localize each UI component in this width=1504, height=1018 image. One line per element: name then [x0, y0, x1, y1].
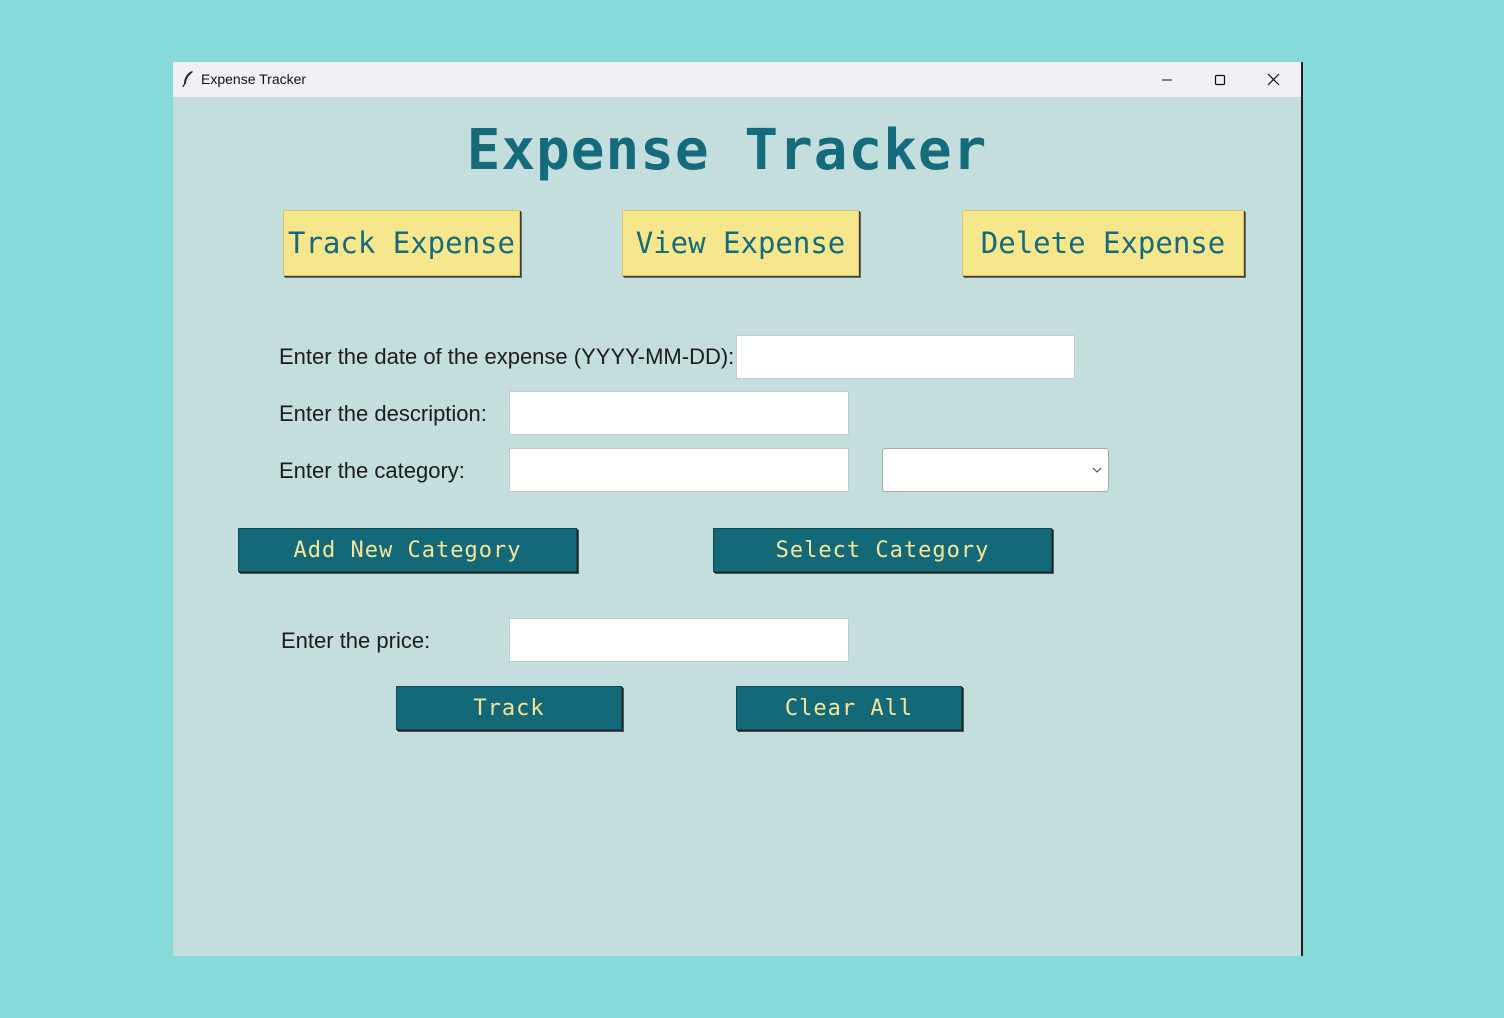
chevron-down-icon	[1092, 467, 1102, 473]
window-title: Expense Tracker	[201, 71, 307, 87]
close-icon	[1267, 73, 1279, 86]
delete-expense-button[interactable]: Delete Expense	[962, 210, 1244, 276]
maximize-button[interactable]	[1194, 62, 1246, 97]
add-new-category-button[interactable]: Add New Category	[238, 528, 577, 572]
price-label: Enter the price:	[281, 628, 431, 653]
date-input[interactable]	[736, 335, 1075, 379]
date-label: Enter the date of the expense (YYYY-MM-D…	[279, 344, 735, 369]
price-input[interactable]	[509, 618, 849, 662]
minimize-icon	[1162, 79, 1172, 80]
clear-all-button[interactable]: Clear All	[736, 686, 962, 730]
title-bar[interactable]: Expense Tracker	[173, 62, 1301, 97]
page-title-text: Expense Tracker	[466, 118, 988, 183]
app-window: Expense Tracker Expense Tracker Track Ex…	[173, 62, 1303, 956]
feather-icon	[182, 71, 193, 88]
track-expense-button[interactable]: Track Expense	[283, 210, 520, 276]
maximize-icon	[1214, 74, 1226, 85]
minimize-button[interactable]	[1141, 62, 1193, 97]
category-input[interactable]	[509, 448, 849, 492]
view-expense-button[interactable]: View Expense	[622, 210, 859, 276]
category-select[interactable]	[882, 448, 1109, 492]
close-button[interactable]	[1247, 62, 1299, 97]
select-category-button[interactable]: Select Category	[713, 528, 1052, 572]
description-input[interactable]	[509, 391, 849, 435]
description-label: Enter the description:	[279, 401, 487, 426]
page-title: Expense Tracker	[173, 118, 1301, 183]
track-button[interactable]: Track	[396, 686, 622, 730]
category-label: Enter the category:	[279, 458, 465, 483]
